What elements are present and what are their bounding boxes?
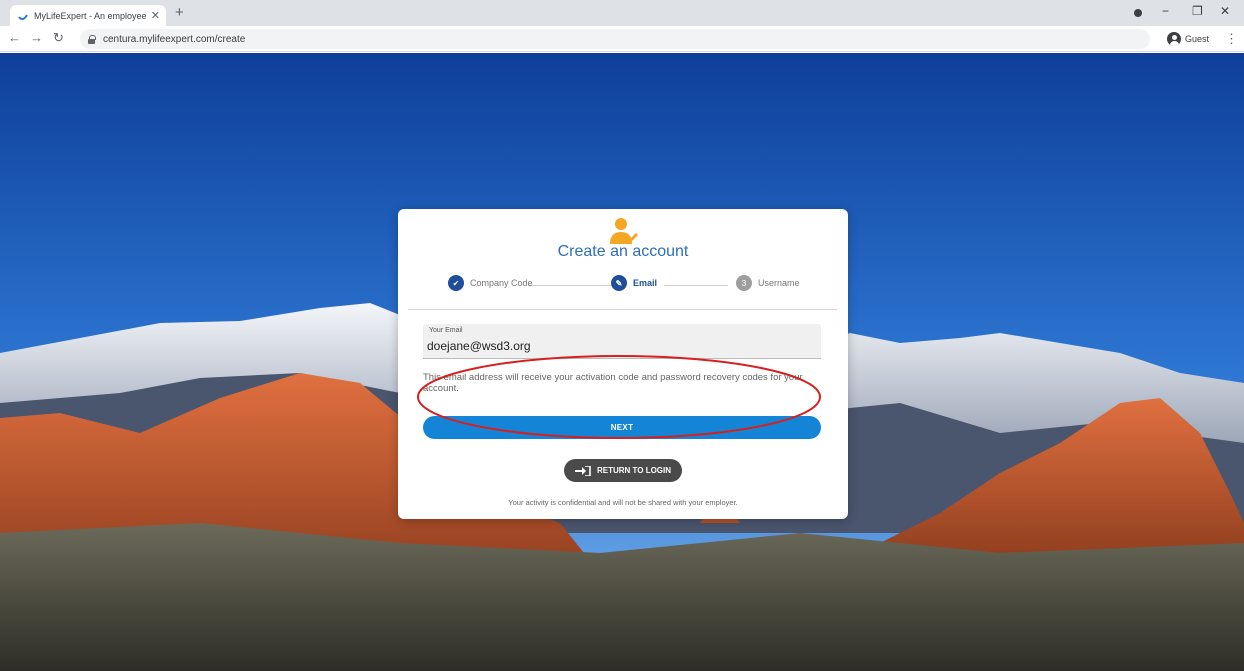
step-connector [664, 285, 728, 286]
extension-indicator-icon[interactable] [1134, 9, 1142, 17]
browser-toolbar: ← → ↻ centura.mylifeexpert.com/create Gu… [0, 26, 1244, 52]
annotation-ellipse [417, 355, 821, 439]
step-email: ✎ Email [611, 275, 657, 291]
tab-close-icon[interactable]: ✕ [151, 9, 160, 22]
account-icon [1167, 32, 1181, 46]
page-viewport: Create an account ✔ Company Code ✎ Email… [0, 53, 1244, 671]
url-text: centura.mylifeexpert.com/create [103, 33, 246, 45]
step-username: 3 Username [736, 275, 800, 291]
step-company-code: ✔ Company Code [448, 275, 533, 291]
page-title: Create an account [557, 243, 689, 260]
new-tab-button[interactable]: + [175, 5, 184, 21]
reload-icon[interactable]: ↻ [53, 31, 64, 45]
progress-stepper: ✔ Company Code ✎ Email 3 Username [408, 275, 810, 297]
profile-label: Guest [1185, 34, 1210, 44]
browser-tab[interactable]: MyLifeExpert - An employee wel ✕ [10, 5, 166, 26]
step-connector [528, 285, 618, 286]
pencil-icon: ✎ [611, 275, 627, 291]
return-label: RETURN TO LOGIN [596, 466, 672, 475]
step-number: 3 [736, 275, 752, 291]
step-label: Username [758, 278, 800, 288]
user-edit-icon [610, 218, 638, 244]
profile-button[interactable]: Guest [1167, 30, 1209, 48]
check-icon: ✔ [448, 275, 464, 291]
sign-in-icon [574, 465, 591, 476]
address-bar[interactable]: centura.mylifeexpert.com/create [80, 29, 1150, 49]
return-to-login-button[interactable]: RETURN TO LOGIN [564, 459, 682, 482]
forward-arrow-icon[interactable]: → [30, 31, 43, 45]
step-label: Email [633, 278, 658, 288]
back-arrow-icon[interactable]: ← [8, 31, 21, 45]
divider [408, 309, 837, 310]
email-label: Your Email [429, 327, 463, 334]
menu-kebab-icon[interactable]: ⋮ [1225, 31, 1238, 47]
confidentiality-note: Your activity is confidential and will n… [508, 498, 738, 507]
step-label: Company Code [470, 278, 533, 288]
close-window-icon[interactable]: ✕ [1220, 4, 1230, 18]
restore-icon[interactable]: ❐ [1192, 4, 1203, 18]
minimize-icon[interactable]: − [1162, 4, 1169, 18]
email-input[interactable] [427, 339, 807, 353]
mylifeexpert-favicon-icon [18, 13, 28, 20]
browser-tab-bar: MyLifeExpert - An employee wel ✕ + − ❐ ✕ [0, 0, 1244, 26]
tab-title: MyLifeExpert - An employee wel [34, 10, 147, 21]
lock-icon [88, 35, 96, 44]
